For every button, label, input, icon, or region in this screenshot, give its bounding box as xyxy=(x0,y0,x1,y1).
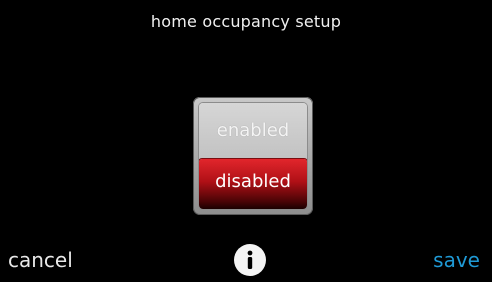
cancel-button[interactable]: cancel xyxy=(8,248,73,272)
occupancy-selector[interactable]: enabled disabled xyxy=(193,97,313,215)
option-enabled[interactable]: enabled xyxy=(199,103,307,159)
info-button[interactable] xyxy=(234,244,266,276)
page-title: home occupancy setup xyxy=(150,12,342,31)
option-disabled[interactable]: disabled xyxy=(199,159,307,209)
selector-options: enabled disabled xyxy=(199,103,307,209)
thermostat-screen: home occupancy setup enabled disabled ca… xyxy=(0,0,492,282)
save-button[interactable]: save xyxy=(433,248,480,272)
info-icon xyxy=(247,250,253,269)
